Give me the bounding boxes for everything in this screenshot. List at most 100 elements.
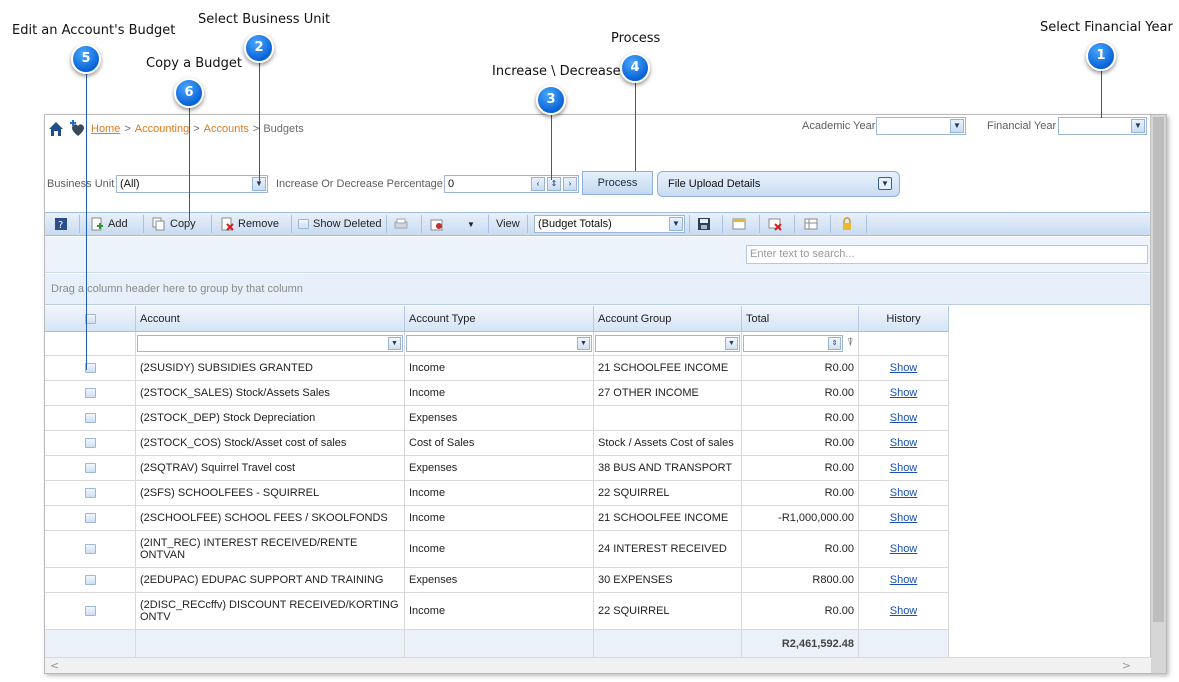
- view-select[interactable]: (Budget Totals) ▼: [534, 215, 685, 233]
- column-header-total[interactable]: Total: [742, 306, 859, 331]
- row-checkbox[interactable]: [84, 575, 96, 585]
- spin-updown-icon[interactable]: ⇕: [547, 177, 561, 191]
- chevron-down-icon[interactable]: ▼: [1131, 119, 1145, 133]
- percentage-spinner[interactable]: 0 ‹ ⇕ ›: [444, 175, 579, 193]
- column-chooser-button[interactable]: [804, 213, 818, 235]
- export-button[interactable]: [430, 213, 444, 235]
- chevron-down-icon[interactable]: ▼: [725, 337, 738, 350]
- process-button[interactable]: Process: [582, 171, 653, 195]
- show-deleted-checkbox[interactable]: [298, 219, 309, 229]
- search-input[interactable]: Enter text to search...: [746, 245, 1148, 264]
- breadcrumb-home-link[interactable]: Home: [91, 123, 120, 135]
- filter-account-type[interactable]: ▼: [405, 332, 594, 355]
- filter-account-group[interactable]: ▼: [594, 332, 742, 355]
- cell-account: (2DISC_RECcffv) DISCOUNT RECEIVED/KORTIN…: [136, 593, 405, 629]
- callout-badge-5: 5: [71, 44, 101, 74]
- table-row[interactable]: (2SCHOOLFEE) SCHOOL FEES / SKOOLFONDS In…: [45, 506, 949, 531]
- cell-total[interactable]: -R1,000,000.00: [742, 506, 859, 530]
- row-checkbox[interactable]: [84, 413, 96, 423]
- breadcrumb-accounting-link[interactable]: Accounting: [135, 123, 189, 135]
- row-checkbox[interactable]: [84, 463, 96, 473]
- callout-label-increase-decrease: Increase \ Decrease: [492, 64, 621, 79]
- history-show-link[interactable]: Show: [890, 605, 918, 617]
- history-show-link[interactable]: Show: [890, 412, 918, 424]
- table-row[interactable]: (2EDUPAC) EDUPAC SUPPORT AND TRAINING Ex…: [45, 568, 949, 593]
- filter-total[interactable]: ⇕ ⍒: [742, 332, 859, 355]
- print-button[interactable]: [394, 213, 408, 235]
- cell-total[interactable]: R0.00: [742, 481, 859, 505]
- financial-year-select[interactable]: ▼: [1058, 117, 1147, 135]
- history-show-link[interactable]: Show: [890, 543, 918, 555]
- column-header-history[interactable]: History: [859, 306, 949, 331]
- chevron-down-icon[interactable]: ▼: [388, 337, 401, 350]
- filter-cell-empty: [45, 332, 136, 355]
- expand-chevron-icon[interactable]: ▼: [878, 177, 892, 190]
- history-show-link[interactable]: Show: [890, 362, 918, 374]
- chevron-down-icon[interactable]: ▼: [467, 220, 475, 229]
- cell-total[interactable]: R0.00: [742, 356, 859, 380]
- academic-year-select[interactable]: ▼: [876, 117, 966, 135]
- remove-icon: [220, 217, 234, 231]
- table-row[interactable]: (2DISC_RECcffv) DISCOUNT RECEIVED/KORTIN…: [45, 593, 949, 630]
- scroll-left-icon[interactable]: <: [50, 658, 59, 673]
- remove-button[interactable]: Remove: [220, 213, 279, 235]
- cell-total[interactable]: R0.00: [742, 406, 859, 430]
- table-row[interactable]: (2SUSIDY) SUBSIDIES GRANTED Income 21 SC…: [45, 356, 949, 381]
- column-header-account-type[interactable]: Account Type: [405, 306, 594, 331]
- breadcrumb-accounts-link[interactable]: Accounts: [204, 123, 249, 135]
- scroll-right-icon[interactable]: >: [1122, 658, 1131, 673]
- column-header-account[interactable]: Account: [136, 306, 405, 331]
- cell-total[interactable]: R0.00: [742, 381, 859, 405]
- table-row[interactable]: (2SQTRAV) Squirrel Travel cost Expenses …: [45, 456, 949, 481]
- history-show-link[interactable]: Show: [890, 387, 918, 399]
- add-button[interactable]: Add: [90, 213, 128, 235]
- home-plus-icon[interactable]: [47, 120, 65, 138]
- save-layout-button[interactable]: [697, 213, 711, 235]
- cell-total[interactable]: R0.00: [742, 593, 859, 629]
- chevron-down-icon[interactable]: ▼: [950, 119, 964, 133]
- business-unit-select[interactable]: (All) ▼: [116, 175, 268, 193]
- chevron-right-icon[interactable]: ›: [563, 177, 577, 191]
- table-row[interactable]: (2STOCK_COS) Stock/Asset cost of sales C…: [45, 431, 949, 456]
- row-checkbox[interactable]: [84, 513, 96, 523]
- chevron-down-icon[interactable]: ▼: [577, 337, 590, 350]
- export-dropdown[interactable]: ▼: [467, 213, 475, 235]
- history-show-link[interactable]: Show: [890, 512, 918, 524]
- file-upload-details-panel[interactable]: File Upload Details ▼: [657, 171, 900, 197]
- cell-total[interactable]: R800.00: [742, 568, 859, 592]
- table-row[interactable]: (2STOCK_DEP) Stock Depreciation Expenses…: [45, 406, 949, 431]
- callout-badge-2: 2: [244, 33, 274, 63]
- history-show-link[interactable]: Show: [890, 574, 918, 586]
- filter-account[interactable]: ▼: [136, 332, 405, 355]
- horizontal-scrollbar[interactable]: < >: [45, 657, 1151, 673]
- cell-total[interactable]: R0.00: [742, 531, 859, 567]
- scrollbar-thumb[interactable]: [1153, 117, 1164, 622]
- row-checkbox[interactable]: [84, 388, 96, 398]
- vertical-scrollbar[interactable]: [1150, 115, 1166, 673]
- cell-total[interactable]: R0.00: [742, 456, 859, 480]
- table-row[interactable]: (2INT_REC) INTEREST RECEIVED/RENTE ONTVA…: [45, 531, 949, 568]
- row-checkbox[interactable]: [84, 488, 96, 498]
- spin-updown-icon[interactable]: ⇕: [828, 337, 841, 350]
- cell-total[interactable]: R0.00: [742, 431, 859, 455]
- lock-layout-button[interactable]: [840, 213, 854, 235]
- chevron-left-icon[interactable]: ‹: [531, 177, 545, 191]
- chevron-down-icon[interactable]: ▼: [669, 217, 683, 231]
- help-button[interactable]: ?: [54, 213, 68, 235]
- show-deleted-toggle[interactable]: Show Deleted: [298, 213, 382, 235]
- history-show-link[interactable]: Show: [890, 437, 918, 449]
- history-show-link[interactable]: Show: [890, 487, 918, 499]
- filter-funnel-icon[interactable]: ⍒: [847, 337, 854, 350]
- delete-layout-button[interactable]: [768, 213, 782, 235]
- table-row[interactable]: (2SFS) SCHOOLFEES - SQUIRREL Income 22 S…: [45, 481, 949, 506]
- favourite-plus-icon[interactable]: [69, 120, 87, 138]
- row-checkbox[interactable]: [84, 606, 96, 616]
- row-checkbox[interactable]: [84, 438, 96, 448]
- table-row[interactable]: (2STOCK_SALES) Stock/Assets Sales Income…: [45, 381, 949, 406]
- column-header-account-group[interactable]: Account Group: [594, 306, 742, 331]
- history-show-link[interactable]: Show: [890, 462, 918, 474]
- select-all-header[interactable]: [45, 306, 136, 331]
- new-layout-button[interactable]: [732, 213, 746, 235]
- group-by-panel[interactable]: Drag a column header here to group by th…: [45, 274, 1151, 305]
- row-checkbox[interactable]: [84, 544, 96, 554]
